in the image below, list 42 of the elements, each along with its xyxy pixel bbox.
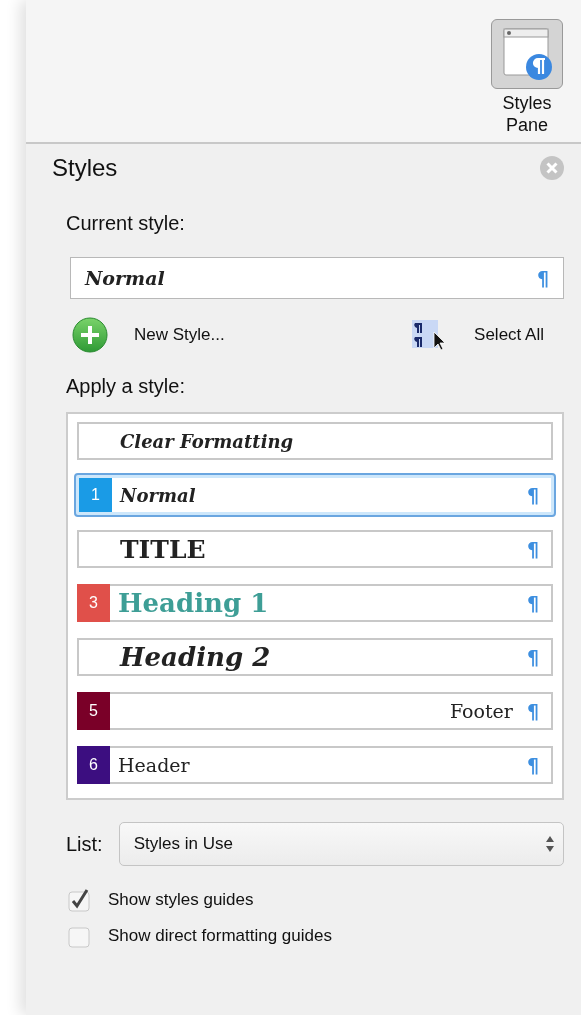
document-pilcrow-icon <box>501 27 553 81</box>
list-dropdown[interactable]: Styles in Use <box>118 822 564 866</box>
plus-icon <box>72 317 108 353</box>
style-name: Heading 1 <box>118 588 269 618</box>
style-number-badge: 5 <box>77 692 110 730</box>
style-item[interactable]: TITLE ¶ <box>77 530 553 568</box>
new-style-button[interactable]: New Style... <box>72 317 225 353</box>
pilcrow-icon: ¶ <box>526 592 539 614</box>
style-name: Footer <box>449 700 513 722</box>
style-number-badge: 1 <box>79 478 112 512</box>
close-icon[interactable] <box>540 156 564 180</box>
pilcrow-icon: ¶ <box>526 538 539 560</box>
pilcrow-icon: ¶ <box>526 484 539 506</box>
section-label: Current style: <box>66 212 186 235</box>
style-number-badge: 6 <box>77 746 110 784</box>
current-style-value: Normal <box>85 267 165 289</box>
style-name: Header <box>118 754 190 776</box>
style-item[interactable]: Heading 2 ¶ <box>77 638 553 676</box>
pilcrow-icon: ¶ <box>526 754 539 776</box>
pilcrow-icon: ¶ <box>536 267 549 289</box>
stepper-arrows-icon <box>545 835 555 853</box>
select-all-button[interactable]: Select All <box>412 318 544 352</box>
section-label: Apply a style: <box>66 375 186 398</box>
style-name: TITLE <box>120 534 206 564</box>
pilcrow-icon: ¶ <box>526 700 539 722</box>
checkbox[interactable] <box>68 924 92 948</box>
style-item[interactable]: 3 Heading 1 ¶ <box>77 584 553 622</box>
panel-title: Styles <box>52 154 118 182</box>
current-style-field[interactable]: Normal ¶ <box>70 257 564 299</box>
checkbox-option[interactable]: Show direct formatting guides <box>68 924 564 948</box>
checkbox-option[interactable]: Show styles guides <box>68 888 564 912</box>
style-item[interactable]: 5 Footer ¶ <box>77 692 553 730</box>
style-item[interactable]: 1 Normal ¶ <box>74 473 556 517</box>
style-name: Clear Formatting <box>120 430 294 452</box>
style-item[interactable]: Clear Formatting <box>77 422 553 460</box>
pilcrow-icon: ¶ <box>526 646 539 668</box>
style-name: Heading 2 <box>120 642 271 672</box>
style-number-badge: 3 <box>77 584 110 622</box>
checkbox[interactable] <box>68 888 92 912</box>
style-name: Normal <box>120 484 196 506</box>
style-item[interactable]: 6 Header ¶ <box>77 746 553 784</box>
list-label: List: <box>66 832 103 856</box>
